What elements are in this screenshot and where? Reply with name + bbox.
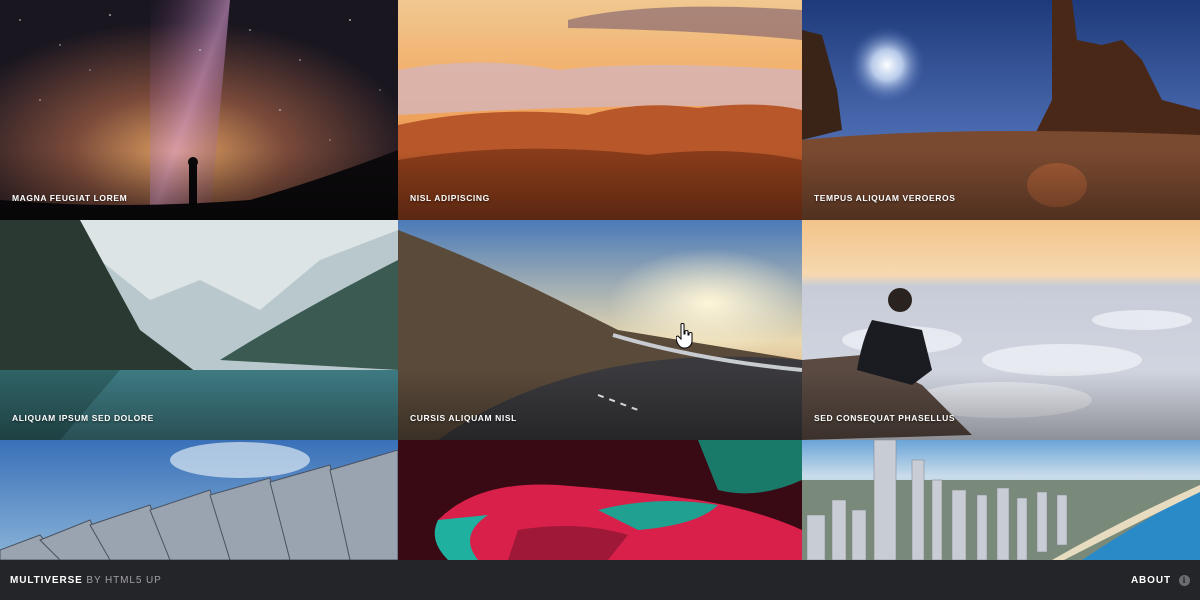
about-label: ABOUT	[1130, 574, 1171, 586]
gallery-item-nisl-adipiscing[interactable]: NISL ADIPISCING	[398, 0, 802, 220]
brand[interactable]: MULTIVERSE BY HTML5 UP	[10, 575, 162, 586]
about-button[interactable]: ABOUT i	[1130, 574, 1190, 586]
footer-bar: MULTIVERSE BY HTML5 UP ABOUT i	[0, 560, 1200, 600]
brand-name: MULTIVERSE	[10, 574, 83, 586]
brand-byline: BY HTML5 UP	[86, 574, 162, 586]
gallery-image-city-skyline	[802, 440, 1200, 560]
caption-shade	[0, 370, 398, 440]
gallery-item-sed-consequat-phasellus[interactable]: SED CONSEQUAT PHASELLUS	[802, 220, 1200, 440]
caption-shade	[0, 150, 398, 220]
gallery-caption: NISL ADIPISCING	[410, 193, 490, 203]
caption-shade	[398, 150, 802, 220]
gallery-grid: MAGNA FEUGIAT LOREM NISL ADIPISCING TEMP…	[0, 0, 1200, 560]
gallery-caption: SED CONSEQUAT PHASELLUS	[814, 413, 956, 423]
gallery-caption: MAGNA FEUGIAT LOREM	[12, 193, 128, 203]
gallery-item-aliquam-ipsum-sed-dolore[interactable]: ALIQUAM IPSUM SED DOLORE	[0, 220, 398, 440]
gallery-item-cursis-aliquam-nisl[interactable]: CURSIS ALIQUAM NISL	[398, 220, 802, 440]
gallery-item-building[interactable]	[0, 440, 398, 560]
caption-shade	[802, 150, 1200, 220]
gallery-caption: TEMPUS ALIQUAM VEROEROS	[814, 193, 956, 203]
gallery-item-tempus-aliquam-veroeros[interactable]: TEMPUS ALIQUAM VEROEROS	[802, 0, 1200, 220]
gallery-image-hands-abstract	[398, 440, 802, 560]
gallery-image-building-facade	[0, 440, 398, 560]
gallery-item-hands[interactable]	[398, 440, 802, 560]
caption-shade	[398, 370, 802, 440]
gallery-caption: ALIQUAM IPSUM SED DOLORE	[12, 413, 154, 423]
gallery-caption: CURSIS ALIQUAM NISL	[410, 413, 517, 423]
gallery-item-magna-feugiat-lorem[interactable]: MAGNA FEUGIAT LOREM	[0, 0, 398, 220]
info-circle-icon: i	[1179, 574, 1190, 586]
caption-shade	[802, 370, 1200, 440]
gallery-item-city[interactable]	[802, 440, 1200, 560]
